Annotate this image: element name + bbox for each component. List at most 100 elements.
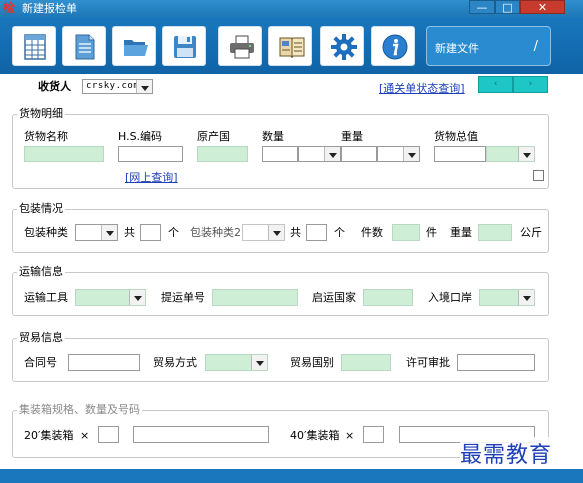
goods-title: 货物明细 [17,107,65,121]
departure-country-label: 启运国家 [312,291,356,304]
weight-field[interactable] [341,146,377,162]
contract-label: 合同号 [24,356,57,369]
consignee-value: crsky.com [86,81,140,91]
packing-count-field[interactable] [140,224,161,241]
bill-number-field[interactable] [212,289,298,306]
chevron-down-icon [136,80,152,93]
chevron-down-icon [518,290,534,305]
goods-checkbox[interactable] [533,170,544,181]
quantity-unit-select[interactable] [298,146,341,162]
license-label: 许可审批 [406,356,450,369]
table-button[interactable] [12,26,56,66]
clearance-status-link[interactable]: [通关单状态查询] [379,80,465,96]
bill-number-label: 提运单号 [161,291,205,304]
container-20-count-field[interactable] [98,426,119,443]
minimize-button[interactable]: — [469,0,495,14]
trade-country-label: 贸易国别 [290,356,334,369]
next-button[interactable]: › [513,76,548,93]
open-button[interactable] [112,26,156,66]
container-40-times: × [345,429,355,442]
status-bar [0,469,583,483]
container-20-times: × [80,429,90,442]
document-button[interactable] [62,26,106,66]
consignee-select[interactable]: crsky.com [82,79,153,94]
weight-unit-select[interactable] [377,146,420,162]
chevron-down-icon [251,355,267,370]
container-20-label: 20′集装箱 [24,429,74,442]
prev-button[interactable]: ‹ [478,76,513,93]
document-icon [75,34,95,60]
edit-icon[interactable]: / [534,39,538,54]
consignee-label: 收货人 [38,80,71,93]
trade-mode-label: 贸易方式 [153,356,197,369]
entry-port-select[interactable] [479,289,535,306]
packing-count2-field[interactable] [306,224,327,241]
license-field[interactable] [457,354,535,371]
new-file-label: 新建文件 [435,42,479,55]
maximize-button[interactable]: □ [495,0,520,14]
total-value-label: 货物总值 [434,130,478,143]
entry-port-label: 入境口岸 [428,291,472,304]
transport-tool-select[interactable] [75,289,146,306]
packing-type2-label: 包装种类2 [190,226,241,239]
quantity-label: 数量 [262,130,284,143]
packing-title: 包装情况 [17,202,65,216]
packing-type-label: 包装种类 [24,226,68,239]
packing-weight-unit: 公斤 [520,226,542,239]
hs-code-label: H.S.编码 [118,130,163,143]
pieces-label: 件数 [361,226,383,239]
packing-total2-label: 共 [290,226,301,239]
app-icon: 检 [3,1,16,15]
packing-unit2-label: 个 [334,226,345,239]
folder-icon [124,40,148,56]
settings-button[interactable] [320,26,364,66]
hs-code-field[interactable] [118,146,183,162]
printer-icon [230,35,254,59]
print-button[interactable] [218,26,262,66]
currency-select[interactable] [486,146,535,162]
window-title: 新建报检单 [22,2,77,15]
container-40-label: 40′集装箱 [290,429,340,442]
origin-field[interactable] [197,146,248,162]
info-icon [382,34,408,60]
info-button[interactable] [371,26,415,66]
trade-title: 贸易信息 [17,331,65,345]
chevron-down-icon [268,225,284,240]
gear-icon [331,34,357,60]
container-40-count-field[interactable] [363,426,384,443]
weight-label: 重量 [341,130,363,143]
chevron-down-icon [518,147,534,161]
save-button[interactable] [162,26,206,66]
chevron-down-icon [403,147,419,161]
table-icon [24,34,46,60]
pieces-field[interactable] [392,224,420,241]
chevron-down-icon [129,290,145,305]
book-icon [279,37,305,59]
chevron-down-icon [324,147,340,161]
container-20-number-field[interactable] [133,426,269,443]
new-file-panel[interactable]: 新建文件 / [426,26,551,66]
pieces-unit-label: 件 [426,226,437,239]
watermark: 最需教育 [460,437,553,469]
packing-weight-field[interactable] [478,224,512,241]
packing-unit-label: 个 [168,226,179,239]
transport-title: 运输信息 [17,265,65,279]
trade-country-field[interactable] [341,354,391,371]
packing-type2-select[interactable] [242,224,285,241]
departure-country-field[interactable] [363,289,413,306]
online-query-link[interactable]: [网上查询] [125,169,178,185]
manual-button[interactable] [268,26,312,66]
save-icon [174,36,196,58]
container-title: 集装箱规格、数量及号码 [17,403,142,417]
contract-field[interactable] [68,354,140,371]
goods-name-field[interactable] [24,146,104,162]
quantity-field[interactable] [262,146,298,162]
packing-type-select[interactable] [75,224,118,241]
packing-total-label: 共 [124,226,135,239]
packing-weight-label: 重量 [450,226,472,239]
transport-tool-label: 运输工具 [24,291,68,304]
close-button[interactable]: ✕ [520,0,565,14]
trade-mode-select[interactable] [205,354,268,371]
goods-name-label: 货物名称 [24,130,68,143]
total-value-field[interactable] [434,146,486,162]
